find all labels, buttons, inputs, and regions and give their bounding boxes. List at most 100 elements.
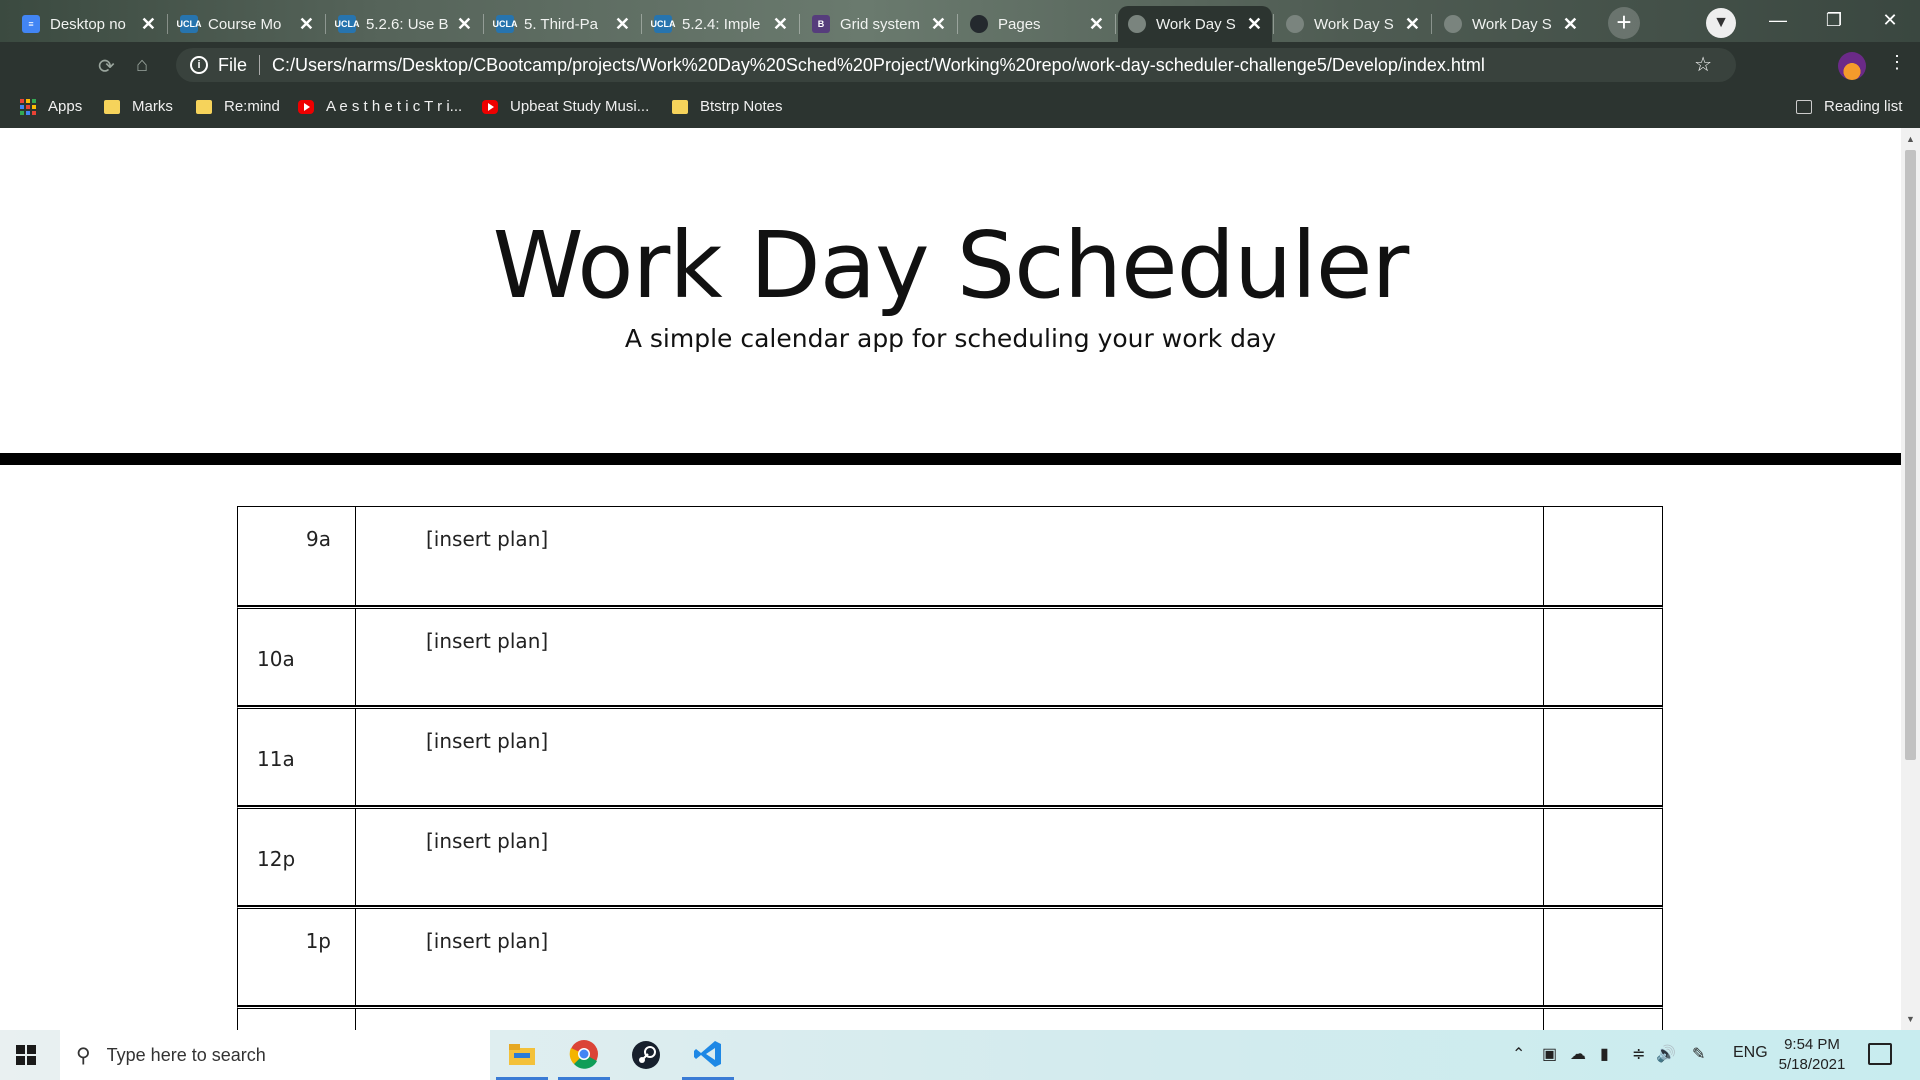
language-indicator[interactable]: ENG [1733, 1044, 1768, 1062]
plan-textarea[interactable]: [insert plan] [356, 809, 1544, 905]
hour-label: 1p [305, 929, 331, 953]
plan-text[interactable]: [insert plan] [426, 829, 548, 853]
reading-list-label: Reading list [1824, 98, 1903, 115]
bookmarks-bar: Apps Marks Re:mind A e s t h e t i c T r… [0, 88, 1920, 128]
restore-button[interactable]: ❐ [1806, 0, 1862, 40]
close-tab-icon[interactable]: ✕ [931, 14, 946, 35]
close-tab-icon[interactable]: ✕ [141, 14, 156, 35]
scroll-down-icon[interactable]: ▼ [1906, 1014, 1915, 1024]
browser-tab[interactable]: Work Day S ✕ [1276, 6, 1430, 42]
plan-textarea[interactable]: [insert plan] [356, 709, 1544, 805]
jumbotron: Work Day Scheduler A simple calendar app… [0, 128, 1901, 453]
scroll-up-icon[interactable]: ▲ [1906, 134, 1915, 144]
plan-text[interactable]: [insert plan] [426, 729, 548, 753]
close-tab-icon[interactable]: ✕ [1089, 14, 1104, 35]
vscode-icon[interactable] [682, 1030, 734, 1080]
home-icon[interactable]: ⌂ [136, 54, 148, 77]
bookmark-aesthetic[interactable]: A e s t h e t i c T r i... [298, 98, 462, 115]
time-block-list: 9a [insert plan] 10a [insert plan] 11a [… [237, 506, 1663, 1030]
plan-text[interactable]: [insert plan] [426, 629, 548, 653]
time-block-row: 9a [insert plan] [237, 506, 1663, 606]
tab-title: Course Mo [208, 15, 282, 33]
close-tab-icon[interactable]: ✕ [1405, 14, 1420, 35]
browser-tab[interactable]: UCLA Course Mo ✕ [170, 6, 324, 42]
browser-tab[interactable]: Pages ✕ [960, 6, 1114, 42]
browser-tab[interactable]: Work Day S ✕ [1434, 6, 1588, 42]
close-tab-icon[interactable]: ✕ [1563, 14, 1578, 35]
notification-icon[interactable] [1868, 1043, 1892, 1065]
browser-tab[interactable]: UCLA 5.2.6: Use B ✕ [328, 6, 482, 42]
close-window-button[interactable]: ✕ [1862, 0, 1918, 40]
bookmark-label: Btstrp Notes [700, 98, 783, 115]
bookmark-btstrp[interactable]: Btstrp Notes [672, 98, 783, 115]
hour-label: 11a [257, 747, 295, 771]
meet-icon[interactable]: ▣ [1542, 1044, 1557, 1064]
save-button[interactable] [1544, 1009, 1662, 1030]
browser-tab[interactable]: UCLA 5.2.4: Imple ✕ [644, 6, 798, 42]
wifi-icon[interactable]: ≑ [1632, 1044, 1645, 1064]
close-tab-icon[interactable]: ✕ [615, 14, 630, 35]
save-button[interactable] [1544, 507, 1662, 605]
info-icon[interactable]: i [190, 56, 208, 74]
scroll-thumb[interactable] [1905, 150, 1916, 760]
close-tab-icon[interactable]: ✕ [457, 14, 472, 35]
tab-title: 5.2.4: Imple [682, 15, 761, 33]
youtube-icon [298, 99, 314, 114]
volume-icon[interactable]: 🔊 [1656, 1044, 1676, 1064]
tab-separator [957, 14, 958, 34]
close-tab-icon[interactable]: ✕ [773, 14, 788, 35]
hour-label: 9a [306, 527, 331, 551]
bookmark-label: Upbeat Study Musi... [510, 98, 650, 115]
address-bar[interactable]: i File C:/Users/narms/Desktop/CBootcamp/… [176, 48, 1736, 82]
pen-icon[interactable]: ✎ [1692, 1044, 1705, 1064]
chrome-icon[interactable] [558, 1030, 610, 1080]
download-icon[interactable]: ▼ [1706, 8, 1736, 38]
bookmark-marks[interactable]: Marks [104, 98, 173, 115]
page-subtitle: A simple calendar app for scheduling you… [624, 324, 1277, 353]
battery-icon[interactable]: ▮ [1600, 1044, 1609, 1064]
folder-icon [672, 99, 688, 114]
save-button[interactable] [1544, 709, 1662, 805]
close-tab-icon[interactable]: ✕ [1247, 14, 1262, 35]
onedrive-icon[interactable]: ☁ [1570, 1044, 1586, 1064]
close-tab-icon[interactable]: ✕ [299, 14, 314, 35]
taskbar-search[interactable]: ⚲ Type here to search [60, 1030, 490, 1080]
steam-icon[interactable] [620, 1030, 672, 1080]
page-scrollbar[interactable]: ▲ ▼ [1901, 128, 1920, 1030]
browser-tab[interactable]: UCLA 5. Third-Pa ✕ [486, 6, 640, 42]
ucla-icon: UCLA [177, 15, 202, 33]
save-button[interactable] [1544, 609, 1662, 705]
search-icon: ⚲ [76, 1044, 91, 1067]
file-explorer-icon[interactable] [496, 1030, 548, 1080]
hour-label: 12p [257, 847, 296, 871]
bookmark-star-icon[interactable]: ☆ [1694, 52, 1712, 77]
browser-tab[interactable]: ≡ Desktop no ✕ [12, 6, 166, 42]
plan-text[interactable]: [insert plan] [426, 527, 548, 551]
tab-separator [325, 14, 326, 34]
clock[interactable]: 9:54 PM 5/18/2021 [1772, 1035, 1852, 1075]
browser-tab[interactable]: Work Day S ✕ [1118, 6, 1272, 42]
save-button[interactable] [1544, 809, 1662, 905]
url-text[interactable]: C:/Users/narms/Desktop/CBootcamp/project… [272, 55, 1485, 76]
tab-separator [167, 14, 168, 34]
save-button[interactable] [1544, 909, 1662, 1005]
windows-start-icon[interactable] [16, 1045, 36, 1065]
tray-chevron-icon[interactable]: ⌃ [1512, 1044, 1525, 1064]
minimize-button[interactable]: — [1750, 0, 1806, 40]
bookmark-apps[interactable]: Apps [20, 98, 82, 115]
reading-list[interactable]: Reading list [1796, 98, 1902, 115]
browser-tab[interactable]: B Grid system ✕ [802, 6, 956, 42]
reload-icon[interactable]: ⟳ [98, 54, 115, 79]
plan-textarea[interactable]: [insert plan] [356, 609, 1544, 705]
new-tab-button[interactable]: + [1608, 7, 1640, 39]
profile-avatar[interactable] [1838, 52, 1866, 80]
plan-textarea[interactable]: [insert plan] [356, 909, 1544, 1005]
bookmark-remind[interactable]: Re:mind [196, 98, 280, 115]
plan-textarea[interactable]: [insert plan] [356, 507, 1544, 605]
globe-icon [1128, 15, 1146, 33]
bookmark-upbeat[interactable]: Upbeat Study Musi... [482, 98, 649, 115]
menu-dots-icon[interactable]: ⋮ [1888, 52, 1906, 73]
plan-text[interactable]: [insert plan] [426, 929, 548, 953]
plan-textarea[interactable] [356, 1009, 1544, 1030]
time-block-row [237, 1006, 1663, 1030]
